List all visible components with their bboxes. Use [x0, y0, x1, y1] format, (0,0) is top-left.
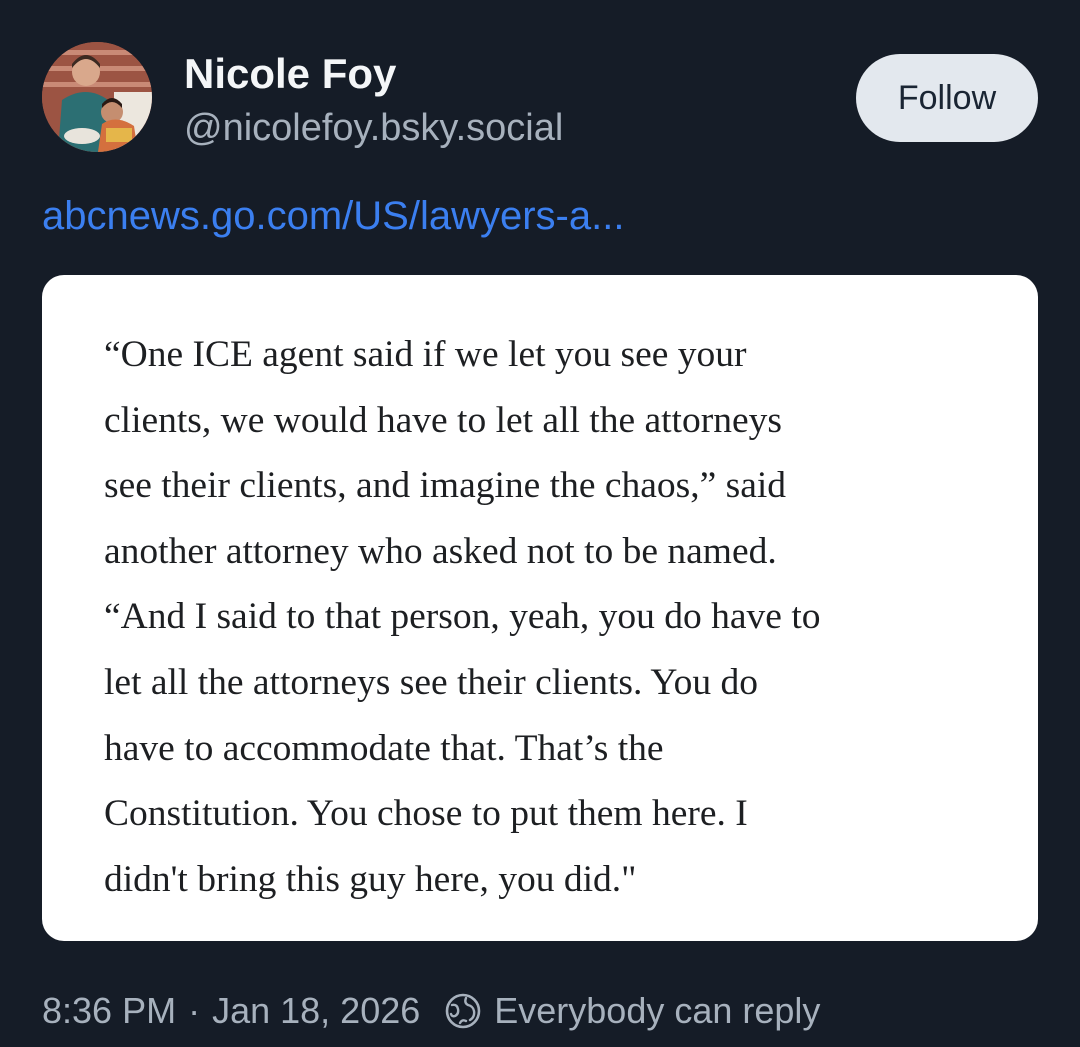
post-time[interactable]: 8:36 PM: [42, 990, 176, 1032]
globe-icon: [444, 992, 482, 1030]
quote-line: have to accommodate that. That’s the: [104, 727, 664, 769]
author-display-name[interactable]: Nicole Foy: [184, 48, 396, 100]
follow-button[interactable]: Follow: [856, 54, 1038, 142]
author-handle[interactable]: @nicolefoy.bsky.social: [184, 106, 563, 150]
reply-setting[interactable]: Everybody can reply: [494, 990, 820, 1032]
post-date[interactable]: Jan 18, 2026: [212, 990, 420, 1032]
quote-line: Constitution. You chose to put them here…: [104, 793, 748, 835]
quote-line: see their clients, and imagine the chaos…: [104, 465, 787, 507]
post-meta: 8:36 PM · Jan 18, 2026 Everybody can rep…: [42, 985, 820, 1037]
author-avatar[interactable]: [42, 42, 152, 152]
quote-image-card[interactable]: “One ICE agent said if we let you see yo…: [42, 275, 1038, 941]
quote-line: “And I said to that person, yeah, you do…: [104, 596, 821, 638]
quote-line: another attorney who asked not to be nam…: [104, 530, 777, 572]
quote-line: let all the attorneys see their clients.…: [104, 661, 759, 703]
quote-line: clients, we would have to let all the at…: [104, 399, 782, 441]
external-link[interactable]: abcnews.go.com/US/lawyers-a...: [42, 190, 624, 242]
meta-separator: ·: [188, 990, 201, 1031]
quote-text: “One ICE agent said if we let you see yo…: [104, 322, 821, 912]
quote-line: “One ICE agent said if we let you see yo…: [104, 334, 747, 375]
quote-line: didn't bring this guy here, you did.": [104, 858, 637, 900]
